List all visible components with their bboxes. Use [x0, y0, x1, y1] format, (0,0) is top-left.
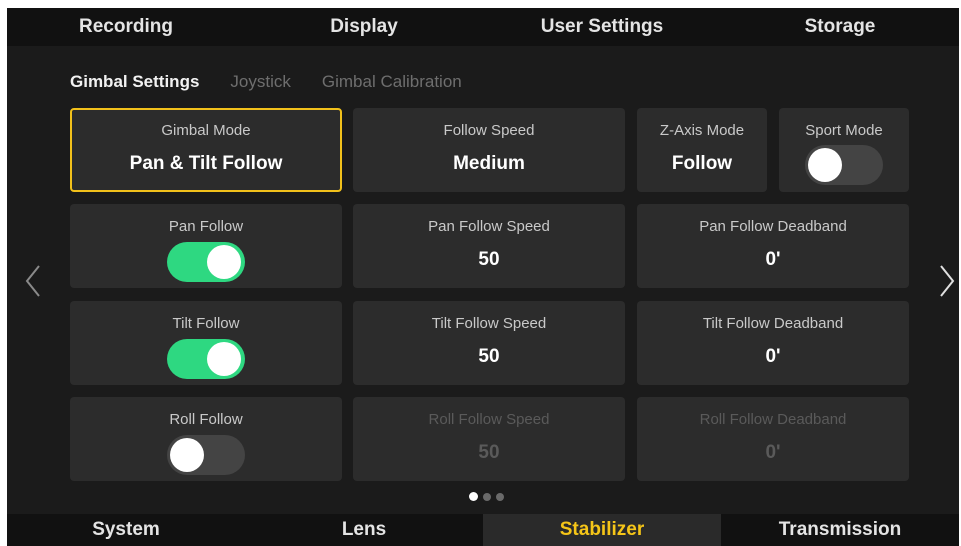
tab-user-settings[interactable]: User Settings: [483, 8, 721, 46]
pan-follow-deadband-value: 0': [765, 249, 781, 270]
tab-stabilizer[interactable]: Stabilizer: [483, 514, 721, 546]
roll-follow-speed-label: Roll Follow Speed: [428, 411, 550, 428]
follow-speed-label: Follow Speed: [443, 122, 535, 139]
page-dot-1[interactable]: [469, 492, 478, 501]
toggle-knob: [808, 148, 842, 182]
tilt-follow-tile: Tilt Follow: [70, 301, 342, 385]
tilt-follow-speed-value: 50: [478, 346, 500, 367]
gimbal-mode-label: Gimbal Mode: [161, 122, 251, 139]
camera-settings-screen: Recording Display User Settings Storage …: [7, 8, 959, 546]
tilt-follow-speed-tile[interactable]: Tilt Follow Speed 50: [353, 301, 625, 385]
pan-follow-speed-label: Pan Follow Speed: [428, 218, 550, 235]
roll-follow-toggle[interactable]: [167, 435, 245, 475]
roll-follow-speed-value: 50: [478, 442, 500, 463]
tilt-follow-deadband-label: Tilt Follow Deadband: [702, 315, 844, 332]
roll-follow-speed-tile: Roll Follow Speed 50: [353, 397, 625, 481]
follow-speed-tile[interactable]: Follow Speed Medium: [353, 108, 625, 192]
gimbal-mode-tile[interactable]: Gimbal Mode Pan & Tilt Follow: [70, 108, 342, 192]
pan-follow-toggle[interactable]: [167, 242, 245, 282]
follow-speed-value: Medium: [453, 153, 525, 174]
gimbal-mode-value: Pan & Tilt Follow: [129, 153, 283, 174]
subtab-gimbal-calibration[interactable]: Gimbal Calibration: [322, 72, 462, 92]
z-axis-mode-tile[interactable]: Z-Axis Mode Follow: [637, 108, 767, 192]
page-dot-2[interactable]: [483, 492, 491, 501]
subtab-joystick[interactable]: Joystick: [230, 72, 290, 92]
tilt-follow-deadband-tile[interactable]: Tilt Follow Deadband 0': [637, 301, 909, 385]
roll-follow-label: Roll Follow: [169, 411, 243, 428]
pan-follow-deadband-label: Pan Follow Deadband: [699, 218, 847, 235]
z-axis-mode-value: Follow: [671, 153, 733, 174]
toggle-knob: [170, 438, 204, 472]
tab-lens[interactable]: Lens: [245, 514, 483, 546]
tab-system[interactable]: System: [7, 514, 245, 546]
sport-mode-label: Sport Mode: [805, 122, 883, 139]
roll-follow-tile: Roll Follow: [70, 397, 342, 481]
tilt-follow-label: Tilt Follow: [172, 315, 240, 332]
toggle-knob: [207, 245, 241, 279]
top-tab-bar: Recording Display User Settings Storage: [7, 8, 959, 46]
next-page-button[interactable]: [935, 263, 959, 299]
roll-follow-deadband-value: 0': [765, 442, 781, 463]
pan-follow-deadband-tile[interactable]: Pan Follow Deadband 0': [637, 204, 909, 288]
tilt-follow-speed-label: Tilt Follow Speed: [431, 315, 547, 332]
subtab-gimbal-settings[interactable]: Gimbal Settings: [70, 72, 199, 92]
sub-tab-bar: Gimbal Settings Joystick Gimbal Calibrat…: [70, 70, 462, 94]
page-indicator: [469, 492, 504, 501]
pan-follow-speed-tile[interactable]: Pan Follow Speed 50: [353, 204, 625, 288]
previous-page-button[interactable]: [21, 263, 45, 299]
page-dot-3[interactable]: [496, 492, 504, 501]
tab-transmission[interactable]: Transmission: [721, 514, 959, 546]
tilt-follow-toggle[interactable]: [167, 339, 245, 379]
pan-follow-label: Pan Follow: [168, 218, 244, 235]
z-axis-mode-label: Z-Axis Mode: [659, 122, 745, 139]
sport-mode-tile: Sport Mode: [779, 108, 909, 192]
toggle-knob: [207, 342, 241, 376]
tab-display[interactable]: Display: [245, 8, 483, 46]
chevron-left-icon: [25, 265, 40, 297]
chevron-right-icon: [940, 265, 955, 297]
pan-follow-speed-value: 50: [478, 249, 500, 270]
tab-storage[interactable]: Storage: [721, 8, 959, 46]
sport-mode-toggle[interactable]: [805, 145, 883, 185]
tab-recording[interactable]: Recording: [7, 8, 245, 46]
tilt-follow-deadband-value: 0': [765, 346, 781, 367]
pan-follow-tile: Pan Follow: [70, 204, 342, 288]
bottom-tab-bar: System Lens Stabilizer Transmission: [7, 514, 959, 546]
roll-follow-deadband-tile: Roll Follow Deadband 0': [637, 397, 909, 481]
roll-follow-deadband-label: Roll Follow Deadband: [699, 411, 847, 428]
